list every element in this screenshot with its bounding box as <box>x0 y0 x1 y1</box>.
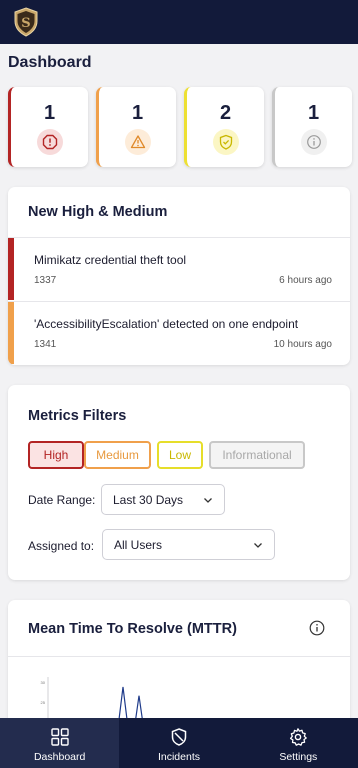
nav-item-incidents[interactable]: Incidents <box>119 718 238 768</box>
filter-chip-high[interactable]: High <box>28 441 84 469</box>
incident-time: 10 hours ago <box>273 339 332 350</box>
shield-icon <box>171 728 187 746</box>
date-range-select[interactable]: Last 30 Days <box>101 484 225 515</box>
assigned-to-label: Assigned to: <box>28 539 95 553</box>
metrics-filters-card: Metrics Filters High Medium Low Informat… <box>8 385 350 580</box>
stat-count: 1 <box>307 102 320 124</box>
filter-chip-low[interactable]: Low <box>157 441 203 469</box>
stat-card-informational[interactable]: 1 <box>272 87 352 167</box>
incident-id: 1341 <box>34 339 57 350</box>
incident-id: 1337 <box>34 275 57 286</box>
stat-card-medium[interactable]: 1 <box>96 87 176 167</box>
severity-bar <box>8 238 14 300</box>
date-range-label: Date Range: <box>28 493 96 507</box>
stat-card-low[interactable]: 2 <box>184 87 264 167</box>
gear-icon <box>290 728 308 746</box>
filter-chip-medium[interactable]: Medium <box>84 441 151 469</box>
nav-item-dashboard[interactable]: Dashboard <box>0 718 120 768</box>
stat-card-high[interactable]: 1 <box>8 87 88 167</box>
assigned-to-select[interactable]: All Users <box>102 529 275 560</box>
shield-check-icon <box>212 129 239 155</box>
card-title: Mean Time To Resolve (MTTR) <box>28 621 237 637</box>
page-title: Dashboard <box>8 54 92 71</box>
assigned-to-value: All Users <box>114 538 163 552</box>
info-circle-icon[interactable] <box>309 620 325 636</box>
chevron-down-icon <box>254 543 262 548</box>
new-incidents-card: New High & Medium Mimikatz credential th… <box>8 187 350 365</box>
nav-label: Incidents <box>157 751 200 763</box>
stat-count: 1 <box>131 102 144 124</box>
nav-item-settings[interactable]: Settings <box>239 718 358 768</box>
nav-label: Settings <box>279 751 318 763</box>
severity-bar <box>8 302 14 364</box>
grid-icon <box>50 728 69 746</box>
card-title: Metrics Filters <box>28 408 127 424</box>
date-range-value: Last 30 Days <box>113 493 184 507</box>
chevron-down-icon <box>204 498 212 503</box>
card-title: New High & Medium <box>28 204 168 220</box>
y-tick-label: 25 <box>41 700 46 705</box>
y-tick-label: 30 <box>41 680 46 685</box>
bottom-nav: Dashboard Incidents Settings <box>0 718 358 768</box>
info-circle-icon <box>300 129 327 155</box>
incident-title: Mimikatz credential theft tool <box>34 253 187 267</box>
nav-label: Dashboard <box>33 751 86 763</box>
alert-octagon-icon <box>36 129 63 155</box>
incident-row[interactable]: Mimikatz credential theft tool 1337 6 ho… <box>8 237 350 300</box>
incident-row[interactable]: 'AccessibilityEscalation' detected on on… <box>8 301 350 364</box>
warning-triangle-icon <box>124 129 151 155</box>
svg-text:S: S <box>21 16 30 31</box>
stat-count: 2 <box>219 102 232 124</box>
top-bar: S <box>0 0 358 44</box>
incident-title: 'AccessibilityEscalation' detected on on… <box>34 317 299 331</box>
incident-time: 6 hours ago <box>279 275 332 286</box>
shield-logo-icon[interactable]: S <box>13 7 39 37</box>
stat-count: 1 <box>43 102 56 124</box>
filter-chip-informational[interactable]: Informational <box>209 441 305 469</box>
